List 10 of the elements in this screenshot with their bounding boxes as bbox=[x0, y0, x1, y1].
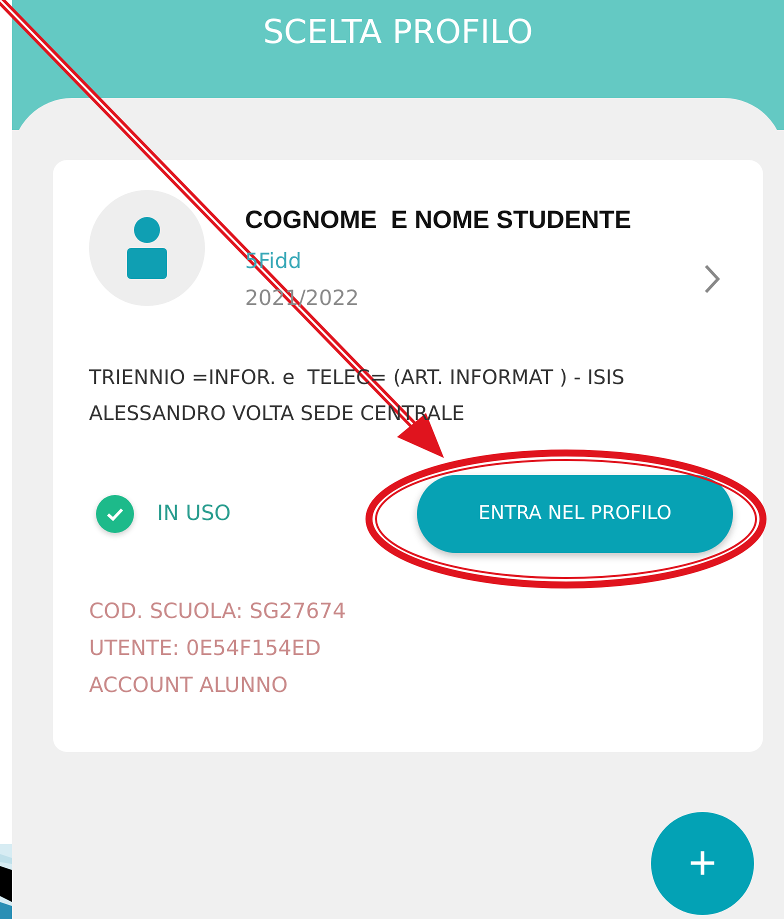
person-icon bbox=[127, 217, 167, 279]
screen-title: SCELTA PROFILO bbox=[262, 12, 534, 51]
chevron-right-icon[interactable] bbox=[703, 264, 721, 294]
status-label: IN USO bbox=[157, 500, 231, 527]
account-detail: COD. SCUOLA: SG27674 bbox=[89, 598, 347, 624]
student-name: COGNOME E NOME STUDENTE bbox=[245, 205, 632, 236]
enter-profile-button[interactable]: ENTRA NEL PROFILO bbox=[417, 474, 733, 552]
account-detail: ACCOUNT ALUNNO bbox=[89, 672, 289, 698]
account-detail: UTENTE: 0E54F154ED bbox=[89, 634, 322, 662]
add-button[interactable]: + bbox=[651, 812, 754, 915]
